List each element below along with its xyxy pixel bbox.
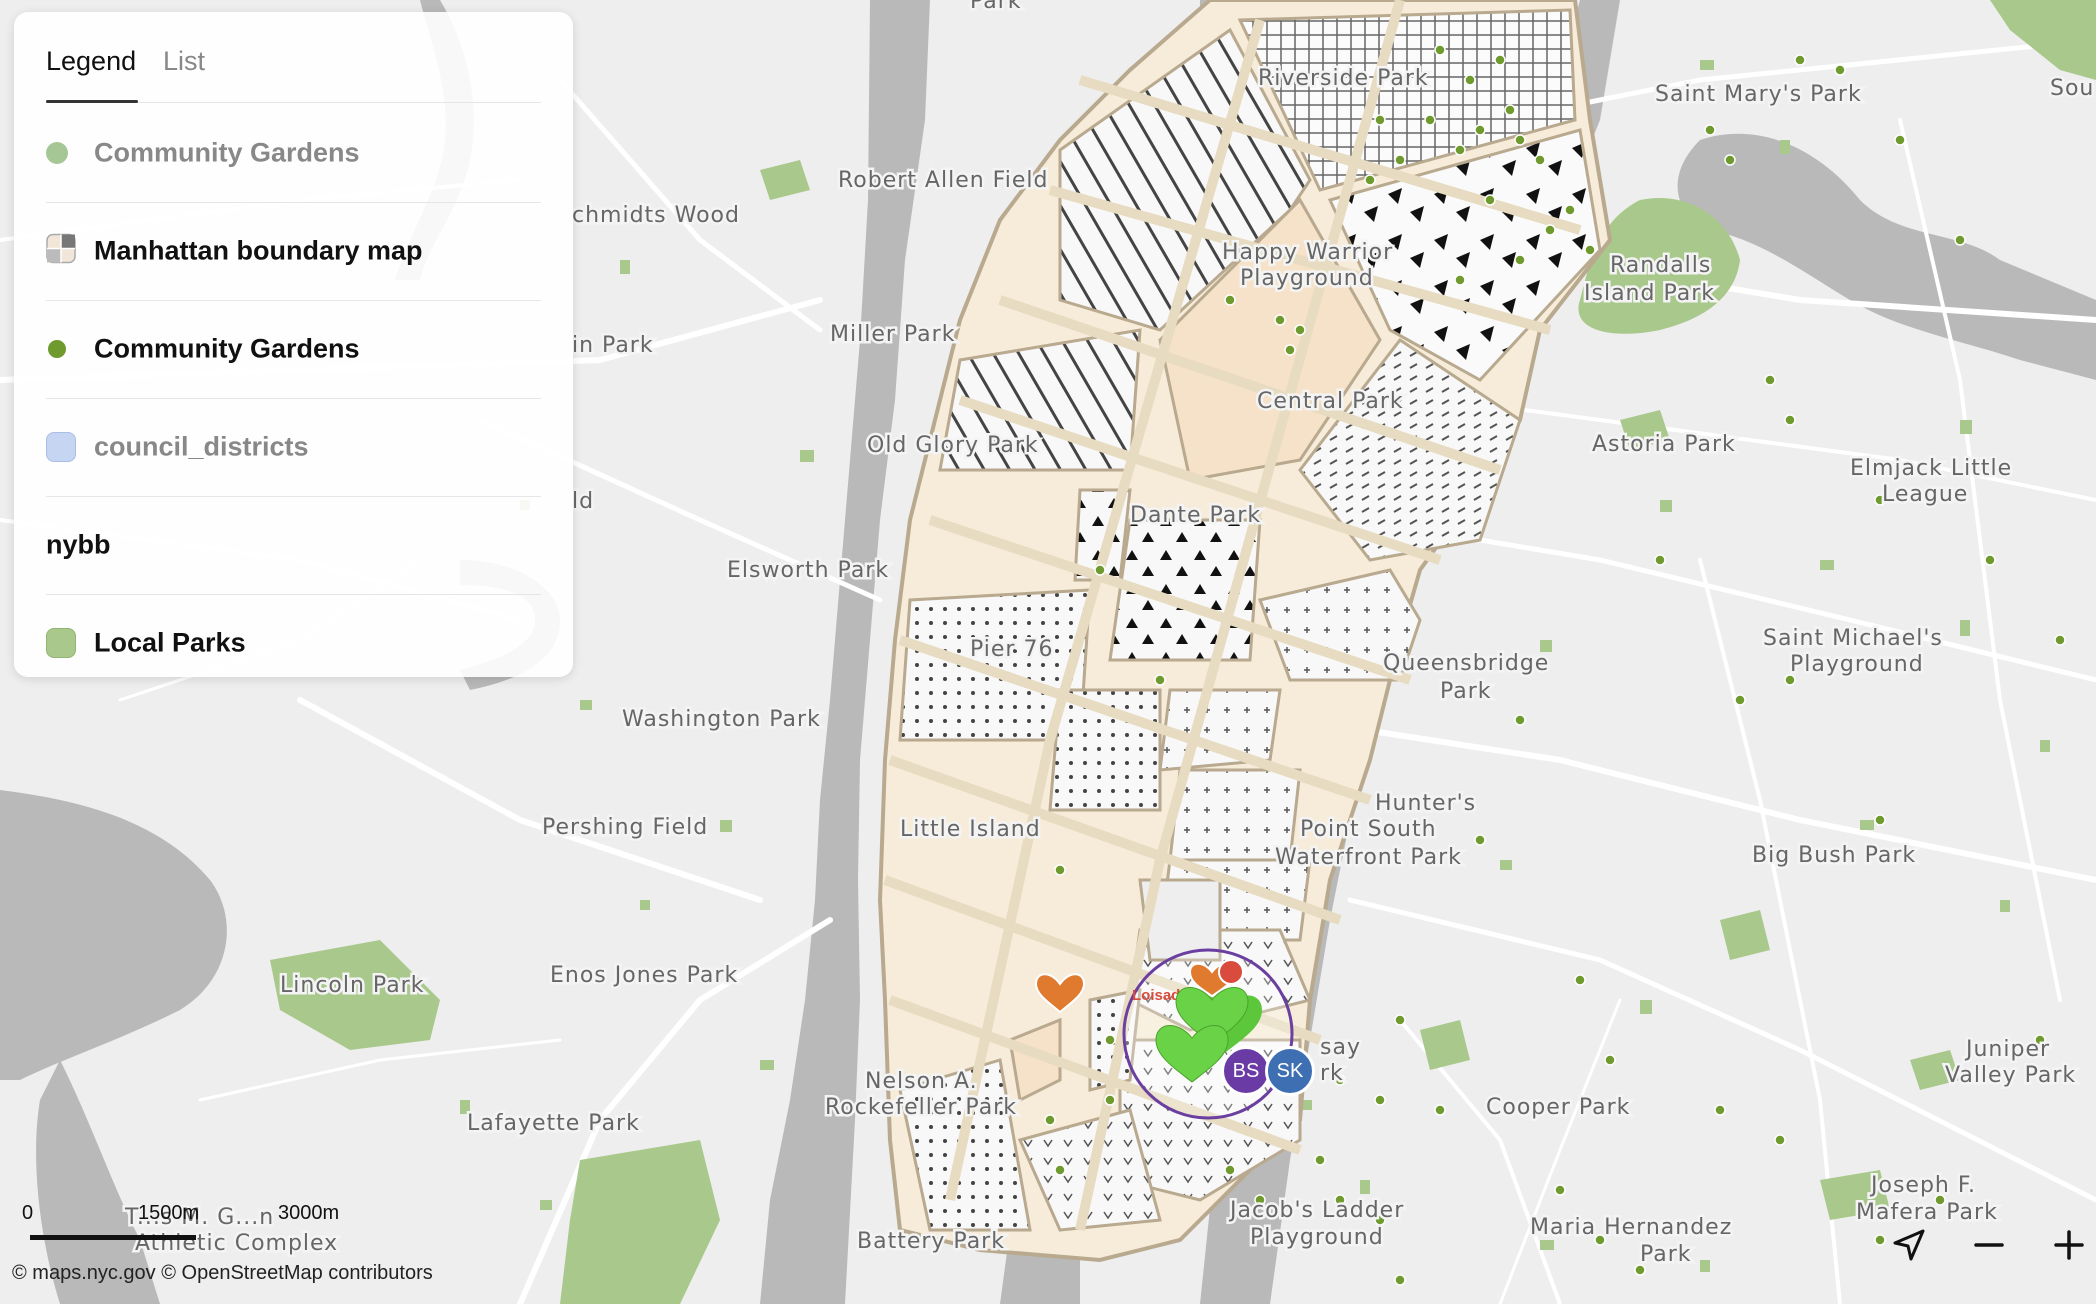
- place-label: Point South: [1300, 817, 1437, 842]
- place-label: Park: [1440, 679, 1492, 704]
- locate-button[interactable]: [1884, 1220, 1934, 1270]
- place-label: Big Bush Park: [1752, 843, 1916, 868]
- scale-bar: 0 1500m 3000m: [20, 1202, 380, 1242]
- legend-swatch-dot: [46, 338, 68, 360]
- legend-item-label: Manhattan boundary map: [94, 235, 423, 266]
- scale-line: [30, 1235, 196, 1240]
- legend-item-label: Community Gardens: [94, 333, 360, 364]
- place-label: Cooper Park: [1486, 1095, 1630, 1120]
- legend-item-label: nybb: [46, 529, 111, 560]
- tab-list[interactable]: List: [163, 46, 205, 77]
- place-label: Miller Park: [830, 322, 955, 347]
- legend-item-community-gardens-muted[interactable]: Community Gardens: [46, 104, 541, 203]
- place-label: rk: [1320, 1061, 1344, 1086]
- legend-item-label: Local Parks: [94, 627, 246, 658]
- place-label: Park: [1640, 1242, 1692, 1267]
- place-label: Battery Park: [857, 1229, 1005, 1254]
- legend-item-label: council_districts: [94, 431, 309, 462]
- legend-item-community-gardens[interactable]: Community Gardens: [46, 300, 541, 399]
- place-label: Lincoln Park: [280, 973, 424, 998]
- place-label: Park: [970, 0, 1022, 14]
- place-label: Elsworth Park: [727, 558, 889, 583]
- place-label: Island Park: [1584, 281, 1715, 306]
- place-label: Little Island: [900, 817, 1041, 842]
- place-label: Playground: [1240, 266, 1374, 291]
- legend-swatch-square: [46, 432, 76, 462]
- legend-item-council-districts[interactable]: council_districts: [46, 398, 541, 497]
- place-label: Old Glory Park: [867, 433, 1039, 458]
- plus-icon: [2054, 1230, 2084, 1260]
- scale-tick-label: 0: [22, 1202, 34, 1224]
- place-label: Pier 76: [970, 637, 1053, 662]
- place-label: Riverside Park: [1258, 66, 1429, 91]
- active-tab-indicator: [46, 100, 138, 103]
- attribution: © maps.nyc.gov © OpenStreetMap contribut…: [12, 1262, 433, 1284]
- place-label: Waterfront Park: [1275, 845, 1462, 870]
- place-label: Lafayette Park: [467, 1111, 640, 1136]
- place-label: Rockefeller Park: [825, 1095, 1017, 1120]
- place-label: Maria Hernandez: [1530, 1215, 1732, 1240]
- place-label: Queensbridge: [1383, 651, 1549, 676]
- place-label: Happy Warrior: [1222, 240, 1393, 265]
- place-label: Pershing Field: [542, 815, 708, 840]
- place-label: Central Park: [1257, 389, 1404, 414]
- place-label: Enos Jones Park: [550, 963, 738, 988]
- place-label: League: [1882, 482, 1968, 507]
- legend-item-nybb[interactable]: nybb: [46, 496, 541, 595]
- legend-swatch-dot: [46, 142, 68, 164]
- avatar-bs[interactable]: BS: [1221, 1046, 1271, 1096]
- place-label: Saint Michael's: [1763, 626, 1943, 651]
- legend-item-local-parks[interactable]: Local Parks: [46, 594, 541, 692]
- place-label: chmidts Wood: [572, 203, 740, 228]
- place-label: Elmjack Little: [1850, 456, 2012, 481]
- grid-pattern-icon: [46, 233, 76, 269]
- avatar-sk[interactable]: SK: [1265, 1046, 1315, 1096]
- legend-item-label: Community Gardens: [94, 137, 360, 168]
- place-label: Playground: [1250, 1225, 1384, 1250]
- place-label: in Park: [572, 333, 654, 358]
- zoom-in-button[interactable]: [2044, 1220, 2094, 1270]
- navigation-arrow-icon: [1893, 1229, 1925, 1261]
- place-label: Robert Allen Field: [838, 168, 1048, 193]
- place-label: Jacob's Ladder: [1228, 1198, 1404, 1223]
- pin-marker[interactable]: [1218, 959, 1244, 985]
- place-label: Valley Park: [1945, 1063, 2076, 1088]
- legend-swatch-square: [46, 628, 76, 658]
- scale-tick-label: 1500m: [138, 1202, 200, 1224]
- place-label: ld: [572, 489, 594, 514]
- zoom-out-button[interactable]: [1964, 1220, 2014, 1270]
- place-label: Dante Park: [1130, 503, 1261, 528]
- place-label: Randalls: [1610, 253, 1711, 278]
- place-label: Juniper: [1964, 1037, 2050, 1062]
- place-label: Washington Park: [622, 707, 821, 732]
- legend-item-manhattan-boundary-map[interactable]: Manhattan boundary map: [46, 202, 541, 301]
- place-label: Hunter's: [1375, 791, 1476, 816]
- place-label: Astoria Park: [1592, 432, 1736, 457]
- place-label: say: [1320, 1035, 1361, 1060]
- place-label: Nelson A.: [865, 1069, 978, 1094]
- minus-icon: [1974, 1243, 2004, 1247]
- scale-tick-label: 3000m: [278, 1202, 340, 1224]
- legend-panel: Legend List Community Gardens Manhattan …: [14, 12, 573, 677]
- place-label: Saint Mary's Park: [1655, 82, 1862, 107]
- panel-tabs: Legend List: [46, 46, 541, 104]
- place-label: Sou: [2050, 76, 2094, 101]
- tab-legend[interactable]: Legend: [46, 46, 136, 77]
- place-label: Playground: [1790, 652, 1924, 677]
- place-label: Joseph F.: [1869, 1173, 1976, 1198]
